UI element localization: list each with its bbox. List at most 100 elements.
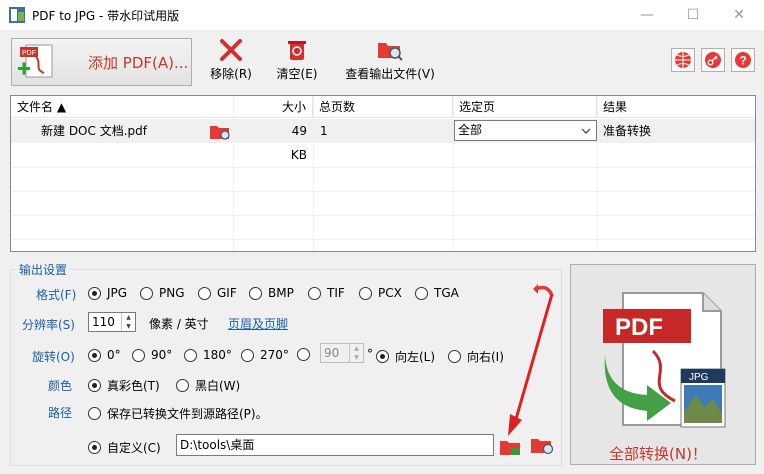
toolbar: PDF 添加 PDF(A)... 移除(R) 清空(E) 查看输出文件(V) ?	[0, 30, 764, 92]
recycle-bin-icon	[288, 41, 306, 60]
convert-all-label: 全部转换(N)！	[609, 445, 707, 463]
format-tga-radio[interactable]: TGA	[415, 286, 459, 300]
radio-dot	[184, 348, 197, 362]
color-bw-radio[interactable]: 黑白(W)	[176, 377, 240, 394]
custom-path-input[interactable]: D:\tools\桌面	[176, 434, 494, 456]
remove-label: 移除(R)	[210, 67, 252, 81]
stepper-arrows[interactable]: ▲ ▼	[121, 313, 135, 331]
radio-dot	[415, 286, 428, 300]
rotate-90-label: 90°	[151, 348, 173, 362]
svg-text:?: ?	[740, 54, 747, 68]
custom-path-radio[interactable]: 自定义(C)	[88, 439, 161, 456]
radio-dot	[88, 441, 101, 454]
stepper-arrows: ▲ ▼	[349, 344, 363, 362]
row-filename: 新建 DOC 文档.pdf	[41, 124, 147, 138]
column-filename[interactable]: 文件名 ▲	[11, 96, 234, 118]
column-result: 结果	[603, 100, 628, 114]
radio-dot	[308, 286, 321, 300]
chevron-down-icon	[581, 128, 591, 134]
rotate-180-label: 180°	[203, 348, 232, 362]
table-row[interactable]: 新建 DOC 文档.pdf 49 KB 1 全部 准备转换	[11, 119, 755, 162]
rotate-custom-radio[interactable]	[297, 348, 316, 361]
table-header: 文件名 ▲ 大小 总页数 选定页 结果	[11, 96, 755, 118]
rotate-0-radio[interactable]: 0°	[88, 348, 121, 362]
svg-text:PDF: PDF	[22, 50, 36, 57]
remove-icon	[220, 39, 242, 61]
pdf-to-jpg-icon: PDF JPG	[603, 292, 726, 428]
view-output-button[interactable]: 查看输出文件(V)	[342, 38, 438, 82]
format-pcx-radio[interactable]: PCX	[359, 286, 402, 300]
radio-dot	[376, 350, 389, 363]
web-button[interactable]	[671, 48, 695, 72]
browse-folder-icon[interactable]	[499, 437, 523, 457]
format-bmp-label: BMP	[268, 286, 294, 300]
color-truecolor-radio[interactable]: 真彩色(T)	[88, 377, 160, 394]
selected-pages-value: 全部	[458, 123, 483, 137]
close-button[interactable]: ✕	[716, 0, 762, 30]
format-jpg-label: JPG	[107, 286, 128, 300]
color-label: 颜色	[48, 379, 73, 393]
path-label: 路径	[48, 406, 73, 420]
rotate-270-radio[interactable]: 270°	[241, 348, 289, 362]
row-result: 准备转换	[603, 124, 652, 138]
header-footer-link[interactable]: 页眉及页脚	[228, 315, 288, 332]
resolution-stepper[interactable]: 110 ▲ ▼	[88, 312, 136, 332]
custom-angle-value: 90	[324, 346, 340, 360]
rotate-left-radio[interactable]: 向左(L)	[376, 348, 435, 365]
rotate-90-radio[interactable]: 90°	[132, 348, 172, 362]
maximize-button[interactable]: ☐	[670, 0, 716, 30]
globe-icon	[675, 52, 691, 68]
radio-dot	[132, 348, 145, 362]
window-title: PDF to JPG - 带水印试用版	[32, 9, 180, 23]
format-bmp-radio[interactable]: BMP	[249, 286, 294, 300]
add-pdf-icon: PDF	[18, 44, 53, 78]
add-pdf-button[interactable]: PDF 添加 PDF(A)...	[11, 38, 192, 86]
convert-all-button[interactable]: PDF JPG 全部转换(N)！	[570, 264, 756, 465]
annotation-arrow-icon	[508, 293, 554, 436]
custom-path-value: D:\tools\桌面	[180, 438, 255, 452]
format-gif-radio[interactable]: GIF	[198, 286, 237, 300]
radio-dot	[241, 348, 254, 362]
column-pages[interactable]: 总页数	[313, 96, 453, 118]
format-tga-label: TGA	[434, 286, 459, 300]
column-size[interactable]: 大小	[234, 96, 313, 118]
help-button[interactable]: ?	[731, 48, 755, 72]
radio-dot	[88, 407, 101, 420]
rotate-0-label: 0°	[107, 348, 121, 362]
rotate-180-radio[interactable]: 180°	[184, 348, 232, 362]
row-size: 49 KB	[290, 124, 307, 162]
radio-dot	[249, 286, 262, 300]
register-button[interactable]	[701, 48, 725, 72]
view-output-label: 查看输出文件(V)	[345, 67, 435, 81]
selected-pages-dropdown[interactable]: 全部	[454, 120, 597, 141]
clear-button[interactable]: 清空(E)	[274, 38, 320, 82]
format-jpg-radio[interactable]: JPG	[88, 286, 127, 300]
rotate-label: 旋转(O)	[32, 350, 75, 364]
color-bw-label: 黑白(W)	[195, 379, 241, 393]
folder-search-icon[interactable]	[209, 120, 233, 144]
radio-dot	[140, 286, 153, 300]
save-to-source-radio[interactable]: 保存已转换文件到源路径(P)。	[88, 405, 268, 422]
file-table[interactable]: 文件名 ▲ 大小 总页数 选定页 结果 新建 DOC 文档.pdf 49 KB …	[10, 95, 756, 252]
add-pdf-label: 添加 PDF(A)...	[88, 54, 189, 72]
radio-dot	[88, 286, 101, 300]
custom-angle-stepper: 90 ▲ ▼	[320, 343, 364, 363]
format-tif-label: TIF	[327, 286, 345, 300]
output-settings-legend: 输出设置	[17, 261, 70, 278]
format-pcx-label: PCX	[378, 286, 402, 300]
rotate-right-radio[interactable]: 向右(I)	[448, 348, 504, 365]
column-selected-pages[interactable]: 选定页	[453, 96, 597, 118]
key-icon	[705, 52, 721, 68]
format-tif-radio[interactable]: TIF	[308, 286, 345, 300]
resolution-unit: 像素 / 英寸	[149, 317, 209, 331]
rotate-left-label: 向左(L)	[395, 350, 436, 364]
format-png-radio[interactable]: PNG	[140, 286, 185, 300]
resolution-label: 分辨率(S)	[22, 318, 75, 332]
custom-path-label: 自定义(C)	[107, 441, 161, 455]
format-gif-label: GIF	[217, 286, 237, 300]
minimize-button[interactable]: —	[624, 0, 670, 30]
save-to-source-label: 保存已转换文件到源路径(P)。	[107, 407, 268, 421]
color-truecolor-label: 真彩色(T)	[107, 379, 160, 393]
remove-button[interactable]: 移除(R)	[207, 38, 255, 82]
radio-dot	[198, 286, 211, 300]
